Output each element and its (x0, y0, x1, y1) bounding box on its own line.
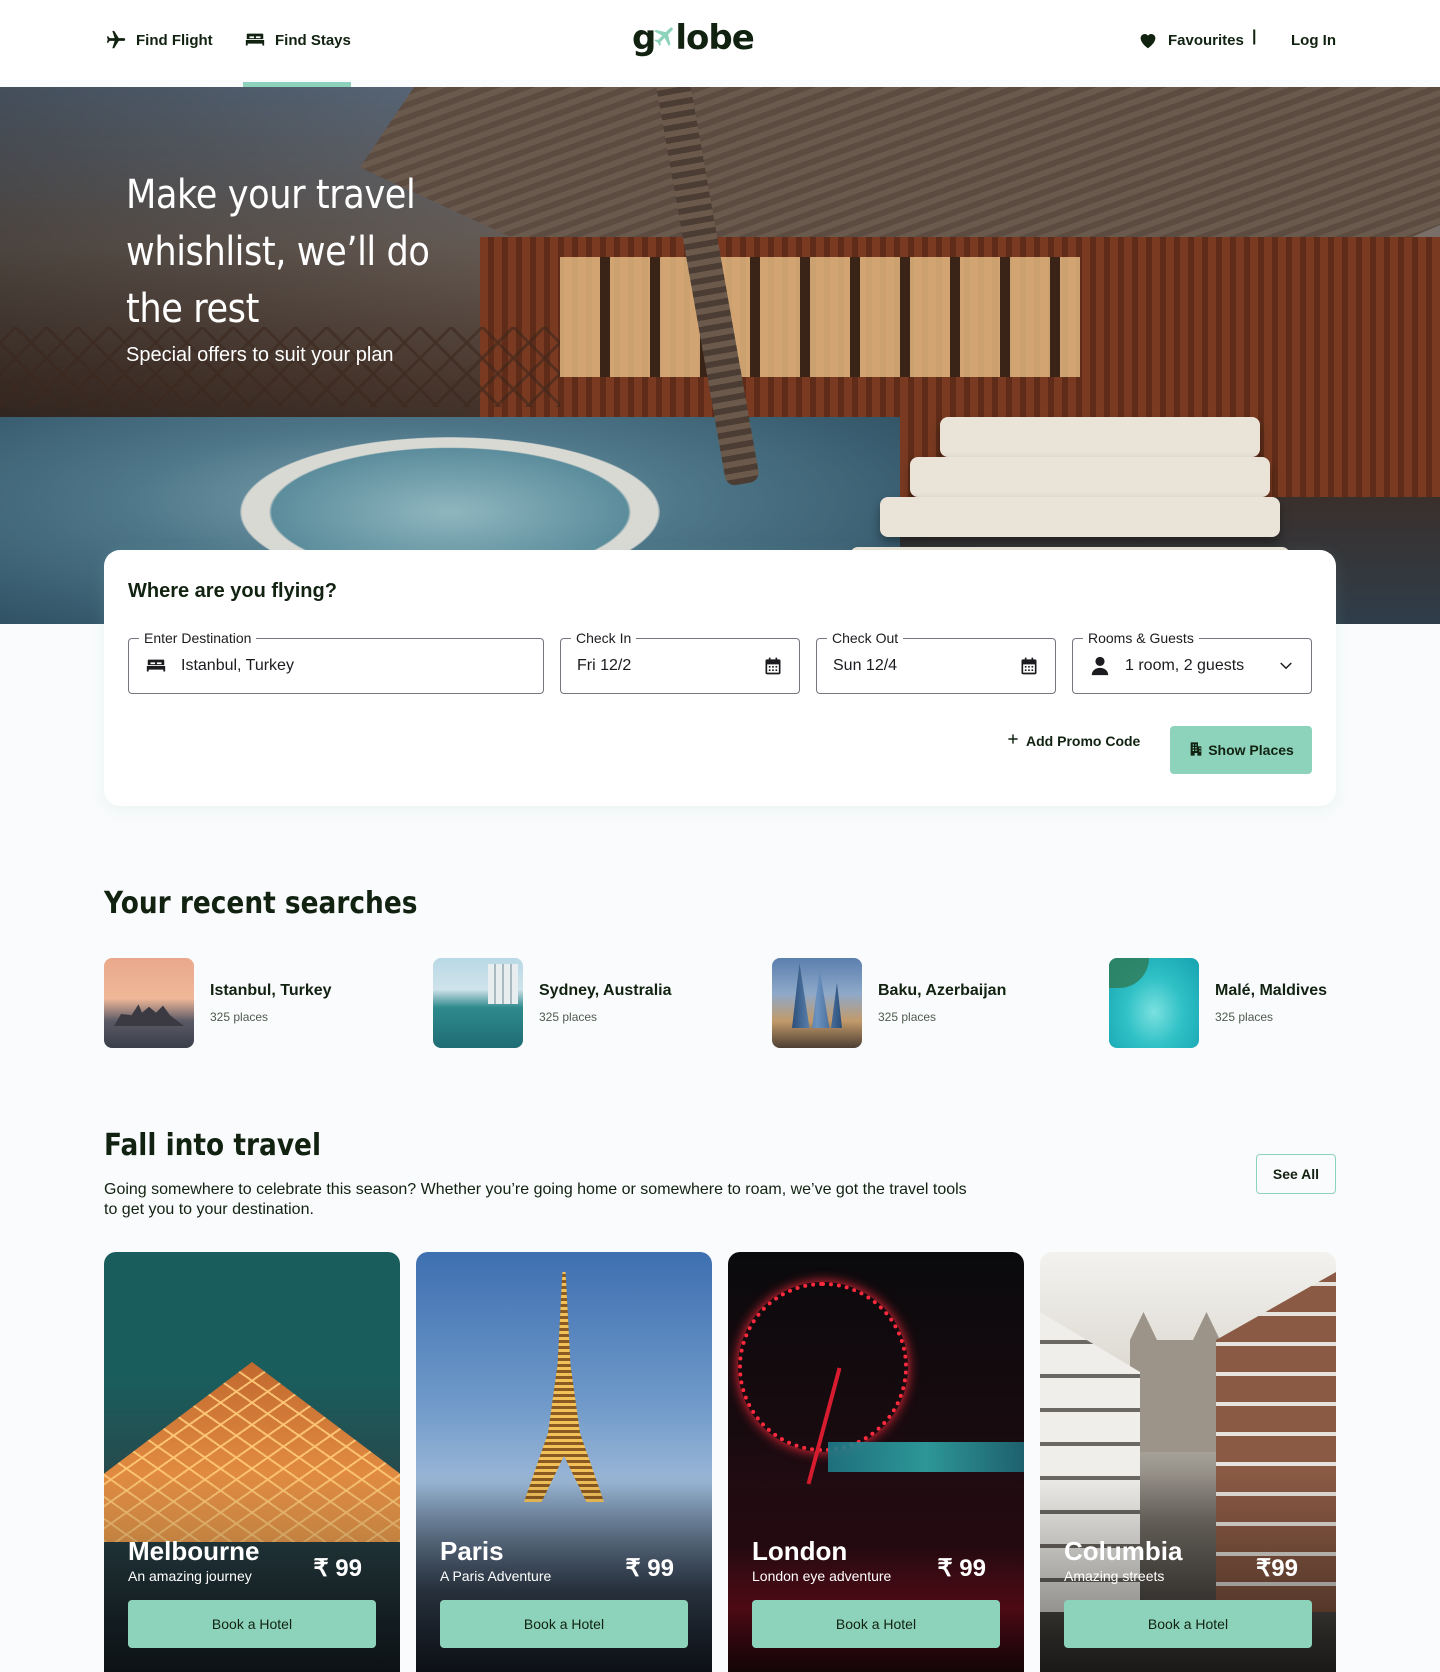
book-hotel-button[interactable]: Book a Hotel (1064, 1600, 1312, 1648)
bed-icon (145, 655, 167, 677)
calendar-icon[interactable] (1019, 656, 1039, 676)
recent-search-name: Baku, Azerbaijan (878, 982, 1007, 999)
recent-search-item[interactable]: Malé, Maldives 325 places (1109, 958, 1327, 1048)
chevron-down-icon[interactable] (1277, 657, 1295, 675)
columbia-image-cathedral (1130, 1312, 1220, 1452)
destination-card-columbia[interactable]: Columbia Amazing streets ₹99 Book a Hote… (1040, 1252, 1336, 1672)
destination-card-london[interactable]: London London eye adventure ₹ 99 Book a … (728, 1252, 1024, 1672)
recent-search-name: Malé, Maldives (1215, 982, 1328, 999)
baku-thumbnail (772, 958, 862, 1048)
hero-image-lounger (910, 457, 1270, 497)
hero-image-fence (0, 327, 560, 407)
male-thumbnail (1109, 958, 1199, 1048)
card-name: Columbia (1064, 1536, 1183, 1566)
golobe-logo[interactable]: g lobe (632, 16, 755, 60)
nav-favourites-label: Favourites (1168, 31, 1244, 49)
check-in-value: Fri 12/2 (577, 657, 632, 674)
recent-search-count: 325 places (878, 1010, 937, 1024)
hero-banner: Make your travel whishlist, we’ll do the… (0, 87, 1440, 624)
hero-image-lounger (880, 497, 1280, 537)
rooms-guests-label: Rooms & Guests (1083, 629, 1199, 647)
airplane-icon (104, 28, 128, 52)
heart-icon (1136, 28, 1160, 52)
card-tagline: An amazing journey (128, 1568, 252, 1584)
person-icon (1089, 655, 1111, 677)
london-image (738, 1282, 908, 1452)
check-out-label: Check Out (827, 629, 904, 647)
logo-text-right: lobe (675, 18, 754, 58)
card-name: Melbourne (128, 1536, 260, 1566)
recent-search-count: 325 places (1215, 1010, 1274, 1024)
destination-card-melbourne[interactable]: Melbourne An amazing journey ₹ 99 Book a… (104, 1252, 400, 1672)
recent-search-count: 325 places (210, 1010, 269, 1024)
show-places-button[interactable]: Show Places (1170, 726, 1312, 774)
search-title: Where are you flying? (128, 580, 337, 602)
nav-favourites[interactable]: Favourites (1136, 0, 1244, 80)
paris-image (524, 1272, 604, 1502)
recent-search-name: Istanbul, Turkey (210, 982, 332, 999)
hero-subtitle: Special offers to suit your plan (126, 344, 394, 366)
recent-search-name: Sydney, Australia (539, 982, 672, 999)
recent-search-count: 325 places (539, 1010, 598, 1024)
see-all-button[interactable]: See All (1256, 1154, 1336, 1194)
destination-label: Enter Destination (139, 629, 257, 647)
card-tagline: London eye adventure (752, 1568, 892, 1584)
london-image-skyline (828, 1442, 1024, 1472)
hero-image-windows (560, 257, 1080, 377)
nav-find-stays-label: Find Stays (275, 31, 351, 49)
recent-searches-title: Your recent searches (104, 886, 418, 921)
nav-find-flight-label: Find Flight (136, 31, 213, 49)
plus-icon (1006, 732, 1020, 749)
rooms-guests-value: 1 room, 2 guests (1125, 657, 1245, 674)
check-out-value: Sun 12/4 (833, 657, 898, 674)
hero-image-lounger (940, 417, 1260, 457)
bed-icon (243, 28, 267, 52)
card-tagline: Amazing streets (1064, 1568, 1165, 1584)
show-places-label: Show Places (1208, 742, 1294, 758)
add-promo-code-button[interactable]: Add Promo Code (1006, 732, 1140, 749)
building-icon (1188, 741, 1204, 760)
add-promo-code-label: Add Promo Code (1026, 732, 1141, 749)
destination-value: Istanbul, Turkey (181, 657, 294, 674)
card-name: Paris (440, 1536, 504, 1566)
recent-search-item[interactable]: Baku, Azerbaijan 325 places (772, 958, 1006, 1048)
hero-title: Make your travel whishlist, we’ll do the… (126, 172, 430, 332)
recent-search-item[interactable]: Istanbul, Turkey 325 places (104, 958, 332, 1048)
nav-find-flight[interactable]: Find Flight (104, 0, 213, 80)
book-hotel-button[interactable]: Book a Hotel (128, 1600, 376, 1648)
rooms-guests-field[interactable]: Rooms & Guests 1 room, 2 guests (1072, 629, 1312, 694)
fall-into-travel-description: Going somewhere to celebrate this season… (104, 1181, 967, 1218)
check-in-field[interactable]: Check In Fri 12/2 (560, 629, 800, 694)
card-price: ₹ 99 (937, 1555, 986, 1582)
top-navigation: Find Flight Find Stays g lobe Favourites… (0, 0, 1440, 87)
destination-card-paris[interactable]: Paris A Paris Adventure ₹ 99 Book a Hote… (416, 1252, 712, 1672)
destination-field[interactable]: Enter Destination Istanbul, Turkey (128, 629, 544, 694)
sydney-thumbnail (433, 958, 523, 1048)
recent-search-item[interactable]: Sydney, Australia 325 places (433, 958, 672, 1048)
login-label: Log In (1291, 31, 1336, 49)
book-hotel-button[interactable]: Book a Hotel (752, 1600, 1000, 1648)
fall-into-travel-title: Fall into travel (104, 1128, 322, 1163)
check-in-label: Check In (571, 629, 637, 647)
card-price: ₹ 99 (625, 1555, 674, 1582)
card-tagline: A Paris Adventure (440, 1568, 552, 1584)
card-name: London (752, 1536, 848, 1566)
check-out-field[interactable]: Check Out Sun 12/4 (816, 629, 1056, 694)
istanbul-thumbnail (104, 958, 194, 1048)
login-button[interactable]: Log In (1291, 0, 1336, 80)
card-price: ₹99 (1256, 1555, 1298, 1582)
calendar-icon[interactable] (763, 656, 783, 676)
card-price: ₹ 99 (313, 1555, 362, 1582)
nav-find-stays[interactable]: Find Stays (243, 0, 351, 87)
search-card: Where are you flying? Enter Destination … (104, 550, 1336, 806)
nav-separator: | (1252, 28, 1257, 45)
book-hotel-button[interactable]: Book a Hotel (440, 1600, 688, 1648)
